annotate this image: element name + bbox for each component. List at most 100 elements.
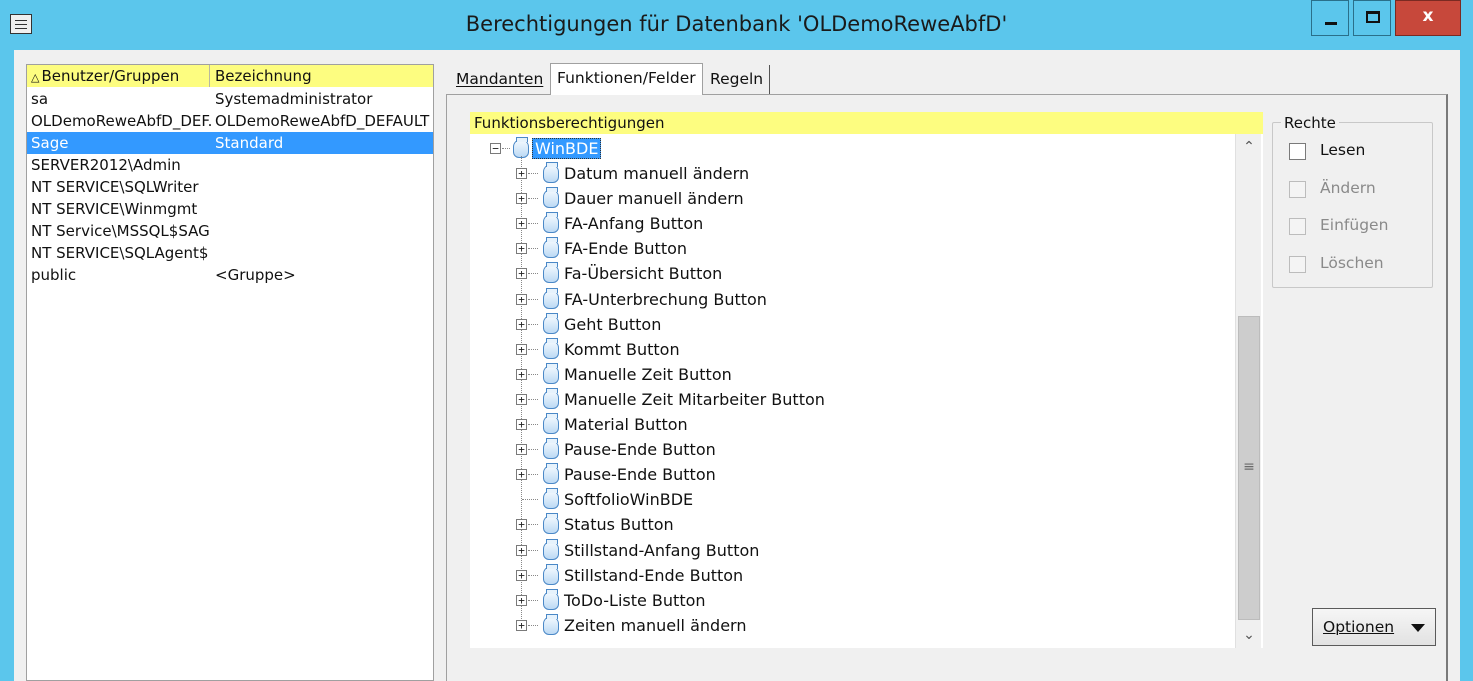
checkbox-label: Ändern [1320,178,1376,197]
expand-toggle-icon[interactable]: + [516,343,527,355]
node-icon [543,337,559,359]
tree-node[interactable]: + Geht Button [470,312,1210,337]
node-icon [543,438,559,460]
tree-node[interactable]: + FA-Anfang Button [470,211,1210,236]
scroll-up-button[interactable]: ⌃ [1236,134,1262,160]
checkbox-löschen [1289,255,1306,273]
scroll-down-button[interactable]: ⌄ [1236,622,1262,648]
expand-toggle-icon[interactable]: + [516,293,527,305]
scroll-thumb[interactable]: ≡ [1238,316,1260,620]
node-icon [543,212,559,234]
tree-connector [528,273,538,275]
expand-toggle-icon[interactable]: + [516,594,527,606]
grip-icon: ≡ [1243,459,1255,475]
options-button-label: Optionen [1323,618,1395,636]
tree-node-label: Stillstand-Anfang Button [564,540,760,560]
tree-node[interactable]: + Zeiten manuell ändern [470,613,1210,638]
tree-connector [522,499,538,501]
collapse-toggle-icon[interactable]: − [490,143,501,154]
tree-connector [528,449,538,451]
expand-toggle-icon[interactable]: + [516,619,527,631]
checkbox-label: Lesen [1320,141,1366,159]
expand-toggle-icon[interactable]: + [516,419,527,430]
list-row[interactable]: SERVER2012\Admin [27,154,433,176]
tree-node[interactable]: + Kommt Button [470,337,1210,362]
list-row[interactable]: Sage Standard [27,132,433,154]
list-row[interactable]: NT SERVICE\Winmgmt [27,198,433,220]
close-button[interactable]: x [1395,0,1461,36]
tree-connector [528,474,538,476]
column-header-users-label: Benutzer/Gruppen [41,67,180,85]
options-button[interactable]: Optionen [1312,608,1436,646]
tree-node[interactable]: + Pause-Ende Button [470,462,1210,487]
tree-node-label: Fa-Übersicht Button [564,264,723,284]
tree-node[interactable]: + Status Button [470,512,1210,537]
tree-node-label: SoftfolioWinBDE [564,490,694,510]
expand-toggle-icon[interactable]: + [516,218,527,230]
tree-node[interactable]: + Dauer manuell ändern [470,186,1210,211]
list-row[interactable]: OLDemoReweAbfD_DEF. OLDemoReweAbfD_DEFAUL… [27,110,433,132]
tree-connector [528,323,538,325]
tab-regeln[interactable]: Regeln [704,65,771,95]
list-row[interactable]: NT SERVICE\SQLAgent$ [27,242,433,264]
list-row[interactable]: sa Systemadministrator [27,88,433,110]
tree-connector [528,298,538,300]
tree-node[interactable]: + Material Button [470,412,1210,437]
list-row[interactable]: NT Service\MSSQL$SAGE [27,220,433,242]
user-description: Standard [215,134,284,152]
expand-toggle-icon[interactable]: + [516,268,527,280]
node-icon [543,463,559,485]
tab-funktionen-felder-label: Funktionen/Felder [557,69,696,87]
column-header-users[interactable]: △ Benutzer/Gruppen [31,67,179,85]
node-icon [543,588,559,610]
user-group-list[interactable]: △ Benutzer/Gruppen Bezeichnung sa Systemad… [26,64,434,681]
tree-node[interactable]: + Stillstand-Anfang Button [470,538,1210,563]
title-bar[interactable]: Berechtigungen für Datenbank 'OLDemoRewe… [0,0,1473,50]
expand-toggle-icon[interactable]: + [516,168,527,179]
node-icon [543,262,559,284]
expand-toggle-icon[interactable]: + [516,243,527,255]
expand-toggle-icon[interactable]: + [516,393,527,405]
expand-toggle-icon[interactable]: + [516,569,527,581]
expand-toggle-icon[interactable]: + [516,318,527,330]
tree-scrollbar[interactable]: ⌃ ≡ ⌄ [1235,134,1261,648]
checkbox-lesen[interactable] [1289,143,1306,160]
list-row[interactable]: NT SERVICE\SQLWriter [27,176,433,198]
tree-connector [528,248,538,250]
minimize-button[interactable] [1311,0,1349,36]
tree-node[interactable]: + Stillstand-Ende Button [470,563,1210,588]
tree-node[interactable]: + FA-Unterbrechung Button [470,287,1210,312]
tree-node[interactable]: SoftfolioWinBDE [470,487,1210,512]
tree-node-label: FA-Ende Button [564,239,688,259]
column-divider[interactable] [209,65,210,87]
maximize-icon [1366,11,1380,23]
tab-mandanten[interactable]: Mandanten [450,65,549,95]
column-header-description[interactable]: Bezeichnung [215,67,312,85]
expand-toggle-icon[interactable]: + [516,469,527,481]
user-name: Sage [31,134,69,152]
function-tree[interactable]: − WinBDE + Datum manuell ändern + Dauer manue… [470,134,1263,648]
maximize-button[interactable] [1353,0,1391,36]
tree-node[interactable]: + FA-Ende Button [470,236,1210,261]
tree-node[interactable]: + Datum manuell ändern [470,161,1210,186]
tree-node[interactable]: + Manuelle Zeit Button [470,362,1210,387]
user-name: NT SERVICE\SQLAgent$ [31,244,209,262]
tree-node[interactable]: + Manuelle Zeit Mitarbeiter Button [470,387,1210,412]
checkbox-einfügen [1289,218,1306,235]
tree-node[interactable]: + ToDo-Liste Button [470,588,1210,613]
expand-toggle-icon[interactable]: + [516,444,527,456]
expand-toggle-icon[interactable]: + [516,193,527,205]
expand-toggle-icon[interactable]: + [516,519,527,531]
tree-node-root[interactable]: − WinBDE [470,136,770,161]
tree-node[interactable]: + Fa-Übersicht Button [470,261,1210,286]
expand-toggle-icon[interactable]: + [516,544,527,556]
node-icon [543,538,559,560]
tree-node-label: Manuelle Zeit Mitarbeiter Button [564,389,825,409]
expand-toggle-icon[interactable]: + [516,368,527,380]
tree-connector [528,424,538,425]
tree-node-label: Pause-Ende Button [564,440,716,460]
tab-funktionen-felder[interactable]: Funktionen/Felder [550,63,703,95]
list-row[interactable]: public <Gruppe> [27,264,433,286]
node-icon [543,613,559,635]
tree-node[interactable]: + Pause-Ende Button [470,437,1210,462]
